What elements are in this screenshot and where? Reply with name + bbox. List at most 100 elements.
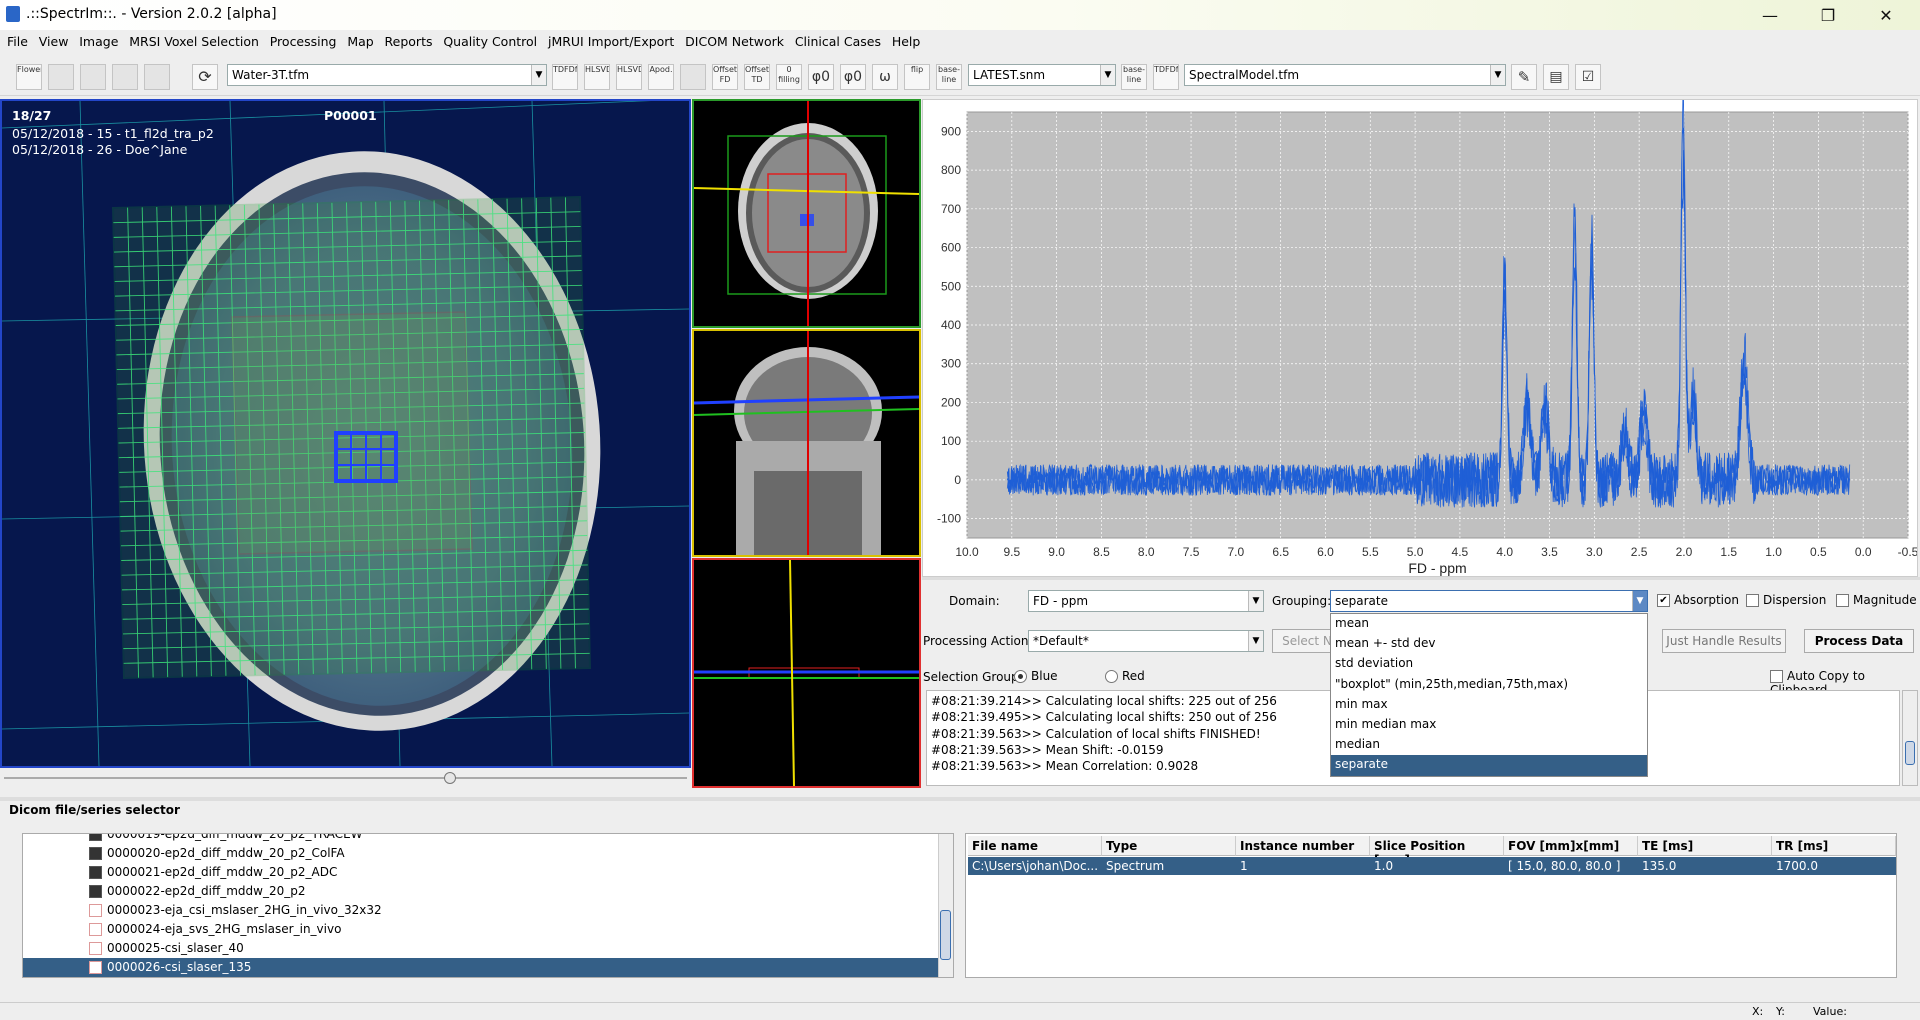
slice-slider[interactable] [0, 769, 691, 787]
image-series-icon [89, 885, 102, 898]
phase0-button[interactable]: φ0 [808, 64, 834, 90]
processing-model-select[interactable]: Water-3T.tfm ▼ [227, 64, 547, 86]
list-item[interactable]: 0000024-eja_svs_2HG_mslaser_in_vivo [23, 920, 953, 939]
axial-mri-view[interactable]: 18/27 P00001 05/12/2018 - 15 - t1_fl2d_t… [0, 99, 691, 768]
red-radio[interactable]: Red [1105, 669, 1145, 683]
tdfdfit-button[interactable]: TDFDfit [552, 64, 578, 90]
tdfdfit-q-button[interactable]: TDFDfit [1153, 64, 1179, 90]
zero-filling-button[interactable]: 0 filling [776, 64, 802, 90]
processing-action-select[interactable]: *Default* ▼ [1028, 630, 1264, 652]
menu-processing[interactable]: Processing [270, 30, 337, 49]
series-table[interactable]: File name Type Instance number Slice Pos… [965, 833, 1897, 978]
table-cell[interactable]: C:\Users\johan\Doc... [968, 857, 1102, 875]
menu-dicom-network[interactable]: DICOM Network [685, 30, 784, 49]
splitter-handle[interactable] [0, 797, 1920, 801]
grouping-option[interactable]: "boxplot" (min,25th,median,75th,max) [1331, 675, 1647, 695]
scroll-thumb[interactable] [940, 910, 951, 960]
phase0-manual-button[interactable]: φ0 [840, 64, 866, 90]
axial-thumbnail-view[interactable] [692, 99, 921, 328]
dispersion-checkbox[interactable]: Dispersion [1746, 593, 1826, 607]
list-item[interactable]: 0000023-eja_csi_mslaser_2HG_in_vivo_32x3… [23, 901, 953, 920]
menu-file[interactable]: File [7, 30, 28, 49]
grouping-option[interactable]: mean +- std dev [1331, 634, 1647, 654]
minimize-button[interactable]: — [1742, 0, 1798, 30]
baseline-button[interactable]: base-line [936, 64, 962, 90]
magnitude-label: Magnitude [1853, 593, 1917, 607]
flower-tool-button[interactable]: Flower [16, 64, 42, 90]
menu-mrsi-voxel-selection[interactable]: MRSI Voxel Selection [129, 30, 259, 49]
grouping-option[interactable]: mean [1331, 614, 1647, 634]
grouping-option[interactable]: std deviation [1331, 654, 1647, 674]
column-header[interactable]: File name [968, 836, 1102, 856]
list-item[interactable]: 0000021-ep2d_diff_mddw_20_p2_ADC [23, 863, 953, 882]
just-handle-results-button[interactable]: Just Handle Results [1662, 629, 1786, 653]
baseline-2-button[interactable]: base-line [1121, 64, 1147, 90]
image-series-icon [89, 834, 102, 841]
menu-quality-control[interactable]: Quality Control [443, 30, 537, 49]
column-header[interactable]: FOV [mm]x[mm] [1504, 836, 1638, 856]
menu-jmrui[interactable]: jMRUI Import/Export [548, 30, 674, 49]
grouping-option[interactable]: min max [1331, 695, 1647, 715]
menu-reports[interactable]: Reports [385, 30, 433, 49]
table-cell[interactable]: 1 [1236, 857, 1370, 875]
maximize-button[interactable]: ❐ [1800, 0, 1856, 30]
hlsvd-button[interactable]: HLSVD [584, 64, 610, 90]
domain-select[interactable]: FD - ppm ▼ [1028, 590, 1264, 612]
document-settings-icon[interactable]: ▤ [1543, 64, 1569, 90]
column-header[interactable]: Slice Position [mm] [1370, 836, 1504, 867]
menu-image[interactable]: Image [79, 30, 118, 49]
table-cell[interactable]: [ 15.0, 80.0, 80.0 ] [1504, 857, 1638, 875]
table-cell[interactable]: 135.0 [1638, 857, 1772, 875]
omega-button[interactable]: ω [872, 64, 898, 90]
list-item[interactable]: 0000022-ep2d_diff_mddw_20_p2 [23, 882, 953, 901]
table-cell[interactable]: Spectrum [1102, 857, 1236, 875]
menu-clinical-cases[interactable]: Clinical Cases [795, 30, 881, 49]
list-item[interactable]: 0000020-ep2d_diff_mddw_20_p2_ColFA [23, 844, 953, 863]
dicom-series-list[interactable]: 0000019-ep2d_diff_mddw_20_p2_TRACEW 0000… [22, 833, 954, 978]
spectral-model-select[interactable]: SpectralModel.tfm ▼ [1184, 64, 1506, 86]
coronal-thumbnail-view[interactable] [692, 329, 921, 557]
menu-view[interactable]: View [39, 30, 69, 49]
x-tick-label: 5.5 [1362, 545, 1379, 559]
column-header[interactable]: Type [1102, 836, 1236, 856]
edit-icon[interactable]: ✎ [1511, 64, 1537, 90]
grouping-option[interactable]: median [1331, 735, 1647, 755]
magnitude-checkbox[interactable]: Magnitude [1836, 593, 1917, 607]
blue-radio[interactable]: Blue [1014, 669, 1058, 683]
offset-td-button[interactable]: Offset TD [744, 64, 770, 90]
snm-select[interactable]: LATEST.snm ▼ [968, 64, 1116, 86]
slider-thumb[interactable] [444, 772, 456, 784]
list-item-selected[interactable]: 0000026-csi_slaser_135 [23, 958, 953, 977]
grouping-option-selected[interactable]: separate [1331, 755, 1647, 776]
hlsvd-alt-button[interactable]: HLSVD [616, 64, 642, 90]
apodization-button[interactable]: Apod. [648, 64, 674, 90]
table-cell[interactable]: 1.0 [1370, 857, 1504, 875]
grouping-option[interactable]: min median max [1331, 715, 1647, 735]
flip-button[interactable]: flip [904, 64, 930, 90]
list-scrollbar[interactable] [938, 834, 953, 977]
checklist-icon[interactable]: ☑ [1575, 64, 1601, 90]
absorption-checkbox[interactable]: ✔ Absorption [1657, 593, 1739, 607]
list-item[interactable]: 0000019-ep2d_diff_mddw_20_p2_TRACEW [23, 834, 953, 844]
dispersion-label: Dispersion [1763, 593, 1827, 607]
menu-help[interactable]: Help [892, 30, 921, 49]
offset-fd-button[interactable]: Offset FD [712, 64, 738, 90]
sagittal-thumbnail-view[interactable] [692, 558, 921, 788]
scroll-thumb[interactable] [1905, 741, 1915, 765]
list-item[interactable]: 0000025-csi_slaser_40 [23, 939, 953, 958]
spectrum-chart[interactable]: 900 800 700 600 500 400 300 200 100 0 -100 10.0 9.5 9… [922, 95, 1919, 577]
refresh-icon[interactable]: ⟳ [192, 64, 218, 90]
series-name: 0000026-csi_slaser_135 [107, 960, 252, 974]
x-tick-label: 6.5 [1272, 545, 1289, 559]
close-button[interactable]: ✕ [1858, 0, 1914, 30]
process-data-button[interactable]: Process Data [1804, 629, 1914, 653]
disabled-tool-3 [112, 64, 138, 90]
processing-action-label: Processing Action: [923, 634, 1033, 648]
column-header[interactable]: Instance number [1236, 836, 1370, 856]
grouping-select[interactable]: separate ▼ [1330, 590, 1648, 612]
column-header[interactable]: TR [ms] [1772, 836, 1896, 856]
log-scrollbar[interactable] [1902, 690, 1918, 786]
menu-map[interactable]: Map [347, 30, 373, 49]
column-header[interactable]: TE [ms] [1638, 836, 1772, 856]
table-cell[interactable]: 1700.0 [1772, 857, 1896, 875]
